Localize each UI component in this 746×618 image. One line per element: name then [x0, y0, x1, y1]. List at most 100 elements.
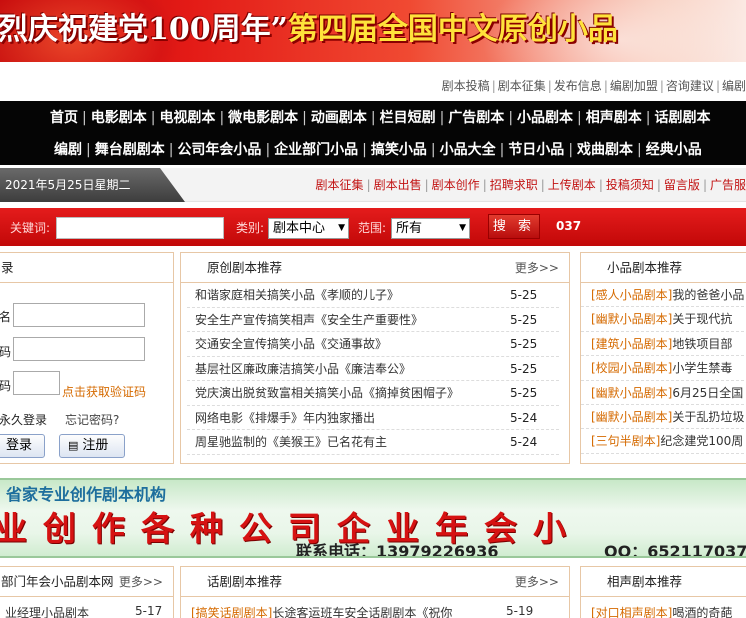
nav-item[interactable]: 经典小品 — [646, 142, 702, 158]
ad-banner[interactable]: 省家专业创作剧本机构 业创作各种公司企业年会小 联系电话：13979226936… — [0, 478, 746, 558]
list-item[interactable]: 周星驰监制的《美猴王》已名花有主 5-24 — [187, 430, 559, 455]
nav-item[interactable]: 公司年会小品 — [177, 142, 261, 158]
sub-link[interactable]: 广告服 — [710, 178, 746, 192]
captcha-input[interactable] — [13, 371, 60, 395]
nav-item[interactable]: 编剧 — [54, 142, 82, 158]
nav-item[interactable]: 小品大全 — [440, 142, 496, 158]
username-input[interactable] — [13, 303, 145, 327]
sub-link[interactable]: 剧本创作 — [432, 178, 480, 192]
info-link-publish[interactable]: 发布信息 — [554, 79, 602, 93]
nav-item[interactable]: 电影剧本 — [91, 110, 147, 126]
list-item[interactable]: 和谐家庭相关搞笑小品《孝顺的儿子》 5-25 — [187, 283, 559, 308]
remember-login[interactable]: 永久登录 — [0, 411, 47, 428]
drama-more-link[interactable]: 更多>> — [515, 567, 559, 597]
list-item-title[interactable]: 小学生禁毒 — [672, 361, 732, 375]
nav-item[interactable]: 相声剧本 — [586, 110, 642, 126]
sub-link[interactable]: 投稿须知 — [606, 178, 654, 192]
info-link-advice[interactable]: 咨询建议 — [666, 79, 714, 93]
list-item[interactable]: [幽默小品剧本]6月25日全国 — [581, 381, 746, 405]
forgot-password-link[interactable]: 忘记密码? — [65, 411, 119, 428]
nav-separator: | — [645, 110, 651, 126]
search-button[interactable]: 搜 索 — [488, 214, 540, 239]
list-item[interactable]: 网络电影《排爆手》年内独家播出 5-24 — [187, 406, 559, 431]
register-button[interactable]: ▤ 注册 — [59, 434, 125, 458]
password-input[interactable] — [13, 337, 145, 361]
list-item-title[interactable]: 基层社区廉政廉洁搞笑小品《廉洁奉公》 — [195, 357, 411, 382]
nav-item[interactable]: 首页 — [50, 110, 78, 126]
list-item-date: 5-25 — [510, 337, 538, 351]
list-item[interactable]: 安全生产宣传搞笑相声《安全生产重要性》 5-25 — [187, 308, 559, 333]
nav-item[interactable]: 动画剧本 — [311, 110, 367, 126]
keyword-input[interactable] — [56, 217, 224, 239]
list-item-title[interactable]: 安全生产宣传搞笑相声《安全生产重要性》 — [195, 308, 423, 333]
list-item[interactable]: [校园小品剧本]小学生禁毒 — [581, 356, 746, 381]
list-item[interactable]: [建筑小品剧本]地铁项目部 — [581, 332, 746, 357]
sub-link[interactable]: 招聘求职 — [490, 178, 538, 192]
list-item[interactable]: [感人小品剧本]我的爸爸小品 — [581, 283, 746, 308]
nav-item[interactable]: 栏目短剧 — [380, 110, 436, 126]
sub-link[interactable]: 上传剧本 — [548, 178, 596, 192]
company-row[interactable]: 业经理小品剧本 — [5, 604, 89, 618]
list-item-category[interactable]: [幽默小品剧本] — [591, 386, 672, 400]
drama-row[interactable]: [搞笑话剧剧本]长途客运班车安全话剧剧本《祝你 — [191, 604, 452, 618]
info-link-join[interactable]: 编剧加盟 — [610, 79, 658, 93]
nav-item[interactable]: 企业部门小品 — [274, 142, 358, 158]
banner-stripe — [0, 62, 746, 68]
list-item[interactable]: [幽默小品剧本]关于乱扔垃圾 — [581, 405, 746, 430]
list-item-title[interactable]: 关于现代抗 — [672, 312, 732, 326]
list-item-title[interactable]: 和谐家庭相关搞笑小品《孝顺的儿子》 — [195, 283, 399, 308]
nav-item[interactable]: 舞台剧剧本 — [95, 142, 165, 158]
list-item-category[interactable]: [三句半剧本] — [591, 434, 660, 448]
sub-link[interactable]: 留言版 — [664, 178, 700, 192]
get-code-link[interactable]: 点击获取验证码 — [62, 383, 146, 400]
range-label: 范围: — [358, 221, 387, 235]
info-link-submit[interactable]: 剧本投稿 — [442, 79, 490, 93]
list-item-title[interactable]: 我的爸爸小品 — [672, 288, 744, 302]
list-item-title[interactable]: 党庆演出脱贫致富相关搞笑小品《摘掉贫困帽子》 — [195, 381, 459, 406]
nav-separator: | — [82, 110, 87, 126]
list-item-title[interactable]: 6月25日全国 — [672, 386, 743, 400]
list-item[interactable]: [幽默小品剧本]关于现代抗 — [581, 307, 746, 332]
list-item-category[interactable]: [校园小品剧本] — [591, 361, 672, 375]
list-item[interactable]: 党庆演出脱贫致富相关搞笑小品《摘掉贫困帽子》 5-25 — [187, 381, 559, 406]
list-item-title[interactable]: 交通安全宣传搞笑小品《交通事故》 — [195, 332, 387, 357]
info-link-editor[interactable]: 编剧 — [722, 79, 746, 93]
list-item[interactable]: 交通安全宣传搞笑小品《交通事故》 5-25 — [187, 332, 559, 357]
nav-item[interactable]: 节日小品 — [508, 142, 564, 158]
type-select[interactable]: 剧本中心 ▼ — [268, 218, 349, 239]
login-button[interactable]: 登录 — [0, 434, 45, 458]
list-item-category[interactable]: [感人小品剧本] — [591, 288, 672, 302]
list-item-title[interactable]: 纪念建党100周 — [660, 434, 743, 448]
date-bar: 2021年5月25日星期二 剧本征集 | 剧本出售 | 剧本创作 | 招聘求职 | 上传剧本 | 投… — [0, 168, 746, 202]
current-date: 2021年5月25日星期二 — [0, 168, 185, 202]
list-item-title[interactable]: 地铁项目部 — [672, 337, 732, 351]
range-select[interactable]: 所有 ▼ — [391, 218, 470, 239]
ad-phone: 联系电话：13979226936 — [296, 542, 499, 558]
nav-item[interactable]: 搞笑小品 — [371, 142, 427, 158]
list-item[interactable]: 基层社区廉政廉洁搞笑小品《廉洁奉公》 5-25 — [187, 357, 559, 382]
info-link-collect[interactable]: 剧本征集 — [498, 79, 546, 93]
crosstalk-row[interactable]: [对口相声剧本]喝酒的奇葩 — [591, 604, 732, 618]
list-item-title[interactable]: 网络电影《排爆手》年内独家播出 — [195, 406, 375, 431]
nav-item[interactable]: 小品剧本 — [517, 110, 573, 126]
recommend-more-link[interactable]: 更多>> — [515, 253, 559, 283]
info-links: 剧本投稿 | 剧本征集 | 发布信息 | 编剧加盟 | 咨询建议 | 编剧 — [441, 79, 746, 93]
list-item-category[interactable]: [幽默小品剧本] — [591, 410, 672, 424]
nav-item[interactable]: 电视剧本 — [159, 110, 215, 126]
list-item-title[interactable]: 关于乱扔垃圾 — [672, 410, 744, 424]
nav-item[interactable]: 微电影剧本 — [228, 110, 298, 126]
company-more-link[interactable]: 更多>> — [119, 567, 163, 597]
nav-item[interactable]: 话剧剧本 — [654, 110, 710, 126]
list-item-category[interactable]: [幽默小品剧本] — [591, 312, 672, 326]
list-item-title[interactable]: 周星驰监制的《美猴王》已名花有主 — [195, 430, 387, 455]
nav-separator: | — [302, 110, 307, 126]
sub-link[interactable]: 剧本征集 — [316, 178, 364, 192]
nav-separator: | — [370, 110, 376, 126]
list-item-category[interactable]: [建筑小品剧本] — [591, 337, 672, 351]
sub-link[interactable]: 剧本出售 — [374, 178, 422, 192]
xiaopin-panel: 小品剧本推荐 [感人小品剧本]我的爸爸小品 [幽默小品剧本]关于现代抗 [建筑小品剧… — [580, 252, 746, 464]
nav-item[interactable]: 戏曲剧本 — [577, 142, 633, 158]
nav-item[interactable]: 广告剧本 — [448, 110, 504, 126]
list-item[interactable]: [三句半剧本]纪念建党100周 — [581, 429, 746, 454]
drama-title: 话剧剧本推荐 — [207, 574, 283, 589]
